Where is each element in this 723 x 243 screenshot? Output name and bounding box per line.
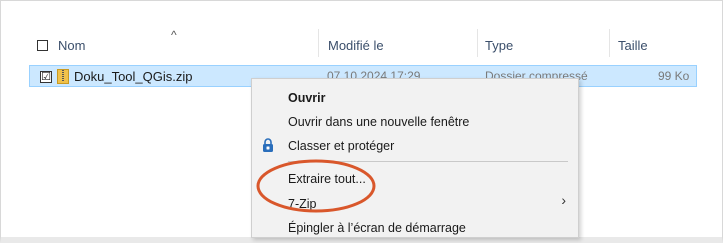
column-divider[interactable] [318, 29, 319, 57]
lock-shield-icon [263, 138, 273, 152]
context-menu: Ouvrir Ouvrir dans une nouvelle fenêtre … [251, 78, 579, 238]
column-divider[interactable] [609, 29, 610, 57]
menu-item-extract-all[interactable]: Extraire tout... [288, 172, 366, 186]
column-header-name[interactable]: Nom [58, 38, 85, 53]
menu-item-open[interactable]: Ouvrir [288, 91, 326, 105]
zip-folder-icon [57, 69, 69, 84]
menu-item-open-new-window[interactable]: Ouvrir dans une nouvelle fenêtre [288, 115, 469, 129]
column-header-size[interactable]: Taille [618, 38, 648, 53]
menu-item-pin-start[interactable]: Épingler à l’écran de démarrage [288, 221, 466, 235]
chevron-right-icon: › [561, 192, 566, 208]
select-all-checkbox[interactable] [37, 40, 48, 51]
file-size: 99 Ko [658, 69, 690, 83]
row-checkbox[interactable]: ☑ [40, 71, 52, 83]
menu-item-classify-protect[interactable]: Classer et protéger [288, 139, 394, 153]
column-header-bar: Nom ^ Modifié le Type Taille [1, 1, 722, 61]
menu-item-7zip[interactable]: 7-Zip [288, 197, 316, 211]
file-name: Doku_Tool_QGis.zip [74, 69, 193, 84]
column-divider[interactable] [477, 29, 478, 57]
explorer-window: Nom ^ Modifié le Type Taille ☑ Doku_Tool… [0, 0, 723, 243]
column-header-type[interactable]: Type [485, 38, 513, 53]
column-header-modified[interactable]: Modifié le [328, 38, 384, 53]
menu-separator [288, 161, 568, 162]
sort-ascending-icon: ^ [171, 28, 177, 42]
